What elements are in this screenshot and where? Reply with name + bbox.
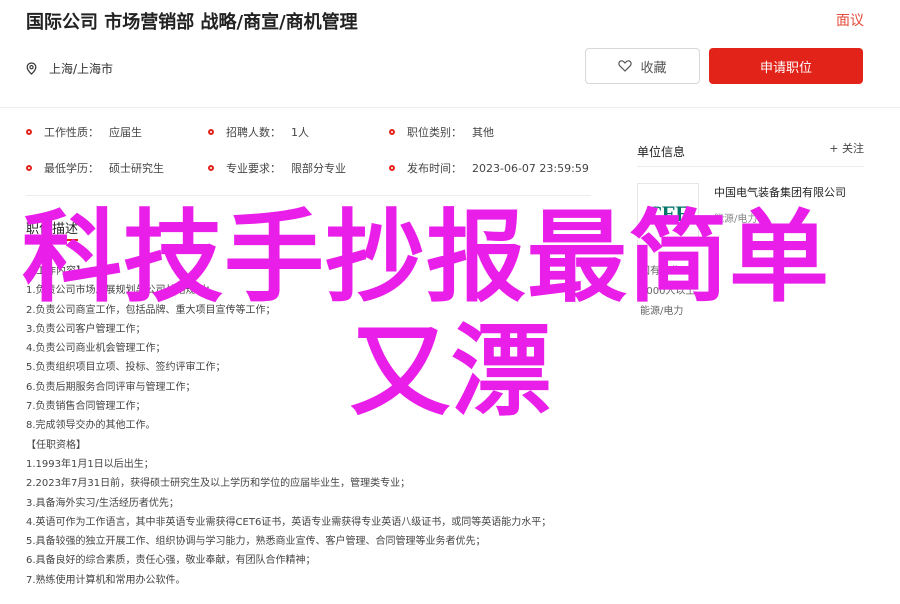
watermark-line-2: 又漂 <box>350 313 552 430</box>
sidebar-divider <box>637 166 864 167</box>
info-work-type: 工作性质： 应届生 <box>26 124 142 140</box>
favorite-label: 收藏 <box>640 60 667 76</box>
info-value: 限部分专业 <box>291 162 346 175</box>
job-title: 国际公司 市场营销部 战略/商宣/商机管理 <box>26 12 358 33</box>
info-headcount: 招聘人数： 1人 <box>208 124 309 140</box>
info-label: 发布时间： <box>407 162 462 175</box>
info-education: 最低学历： 硕士研究生 <box>26 160 164 176</box>
description-line: 2.2023年7月31日前，获得硕士研究生及以上学历和学位的应届毕业生，管理类专… <box>26 478 411 490</box>
favorite-button[interactable]: 收藏 <box>585 48 700 84</box>
info-publish-time: 发布时间： 2023-06-07 23:59:59 <box>389 160 589 176</box>
location: 上海/上海市 <box>26 60 113 77</box>
info-value: 其他 <box>472 126 494 139</box>
info-label: 职位类别： <box>407 126 462 139</box>
bullet-icon <box>389 129 395 135</box>
info-value: 1人 <box>291 126 309 139</box>
description-line: 6.具备良好的综合素质，责任心强，敬业奉献，有团队合作精神； <box>26 555 316 567</box>
info-label: 专业要求： <box>226 162 281 175</box>
company-name[interactable]: 中国电气装备集团有限公司 <box>714 184 846 200</box>
info-value: 硕士研究生 <box>109 162 164 175</box>
heart-icon <box>618 60 633 72</box>
location-text: 上海/上海市 <box>49 62 114 76</box>
salary-label: 面议 <box>836 13 864 29</box>
description-line: 1.1993年1月1日以后出生； <box>26 458 154 470</box>
header-divider <box>0 107 900 108</box>
watermark-line-1: 科技手抄报最简单 <box>22 199 830 316</box>
info-value: 应届生 <box>109 126 142 139</box>
location-pin-icon <box>26 62 37 75</box>
description-line: 【任职资格】 <box>26 439 86 451</box>
info-divider <box>26 195 591 196</box>
description-line: 3.具备海外实习/生活经历者优先； <box>26 497 179 509</box>
bullet-icon <box>389 165 395 171</box>
bullet-icon <box>208 129 214 135</box>
info-major: 专业要求： 限部分专业 <box>208 160 346 176</box>
apply-button[interactable]: 申请职位 <box>709 48 863 84</box>
info-label: 招聘人数： <box>226 126 281 139</box>
description-line: 7.熟练使用计算机和常用办公软件。 <box>26 574 186 586</box>
bullet-icon <box>26 165 32 171</box>
description-line: 5.具备较强的独立开展工作、组织协调与学习能力，熟悉商业宣传、客户管理、合同管理… <box>26 536 486 548</box>
description-line: 4.英语可作为工作语言，其中非英语专业需获得CET6证书，英语专业需获得专业英语… <box>26 516 552 528</box>
follow-button[interactable]: + 关注 <box>829 140 864 156</box>
company-info-title: 单位信息 <box>637 145 686 159</box>
info-label: 工作性质： <box>44 126 99 139</box>
info-category: 职位类别： 其他 <box>389 124 494 140</box>
bullet-icon <box>208 165 214 171</box>
info-value: 2023-06-07 23:59:59 <box>472 161 589 175</box>
bullet-icon <box>26 129 32 135</box>
info-label: 最低学历： <box>44 162 99 175</box>
